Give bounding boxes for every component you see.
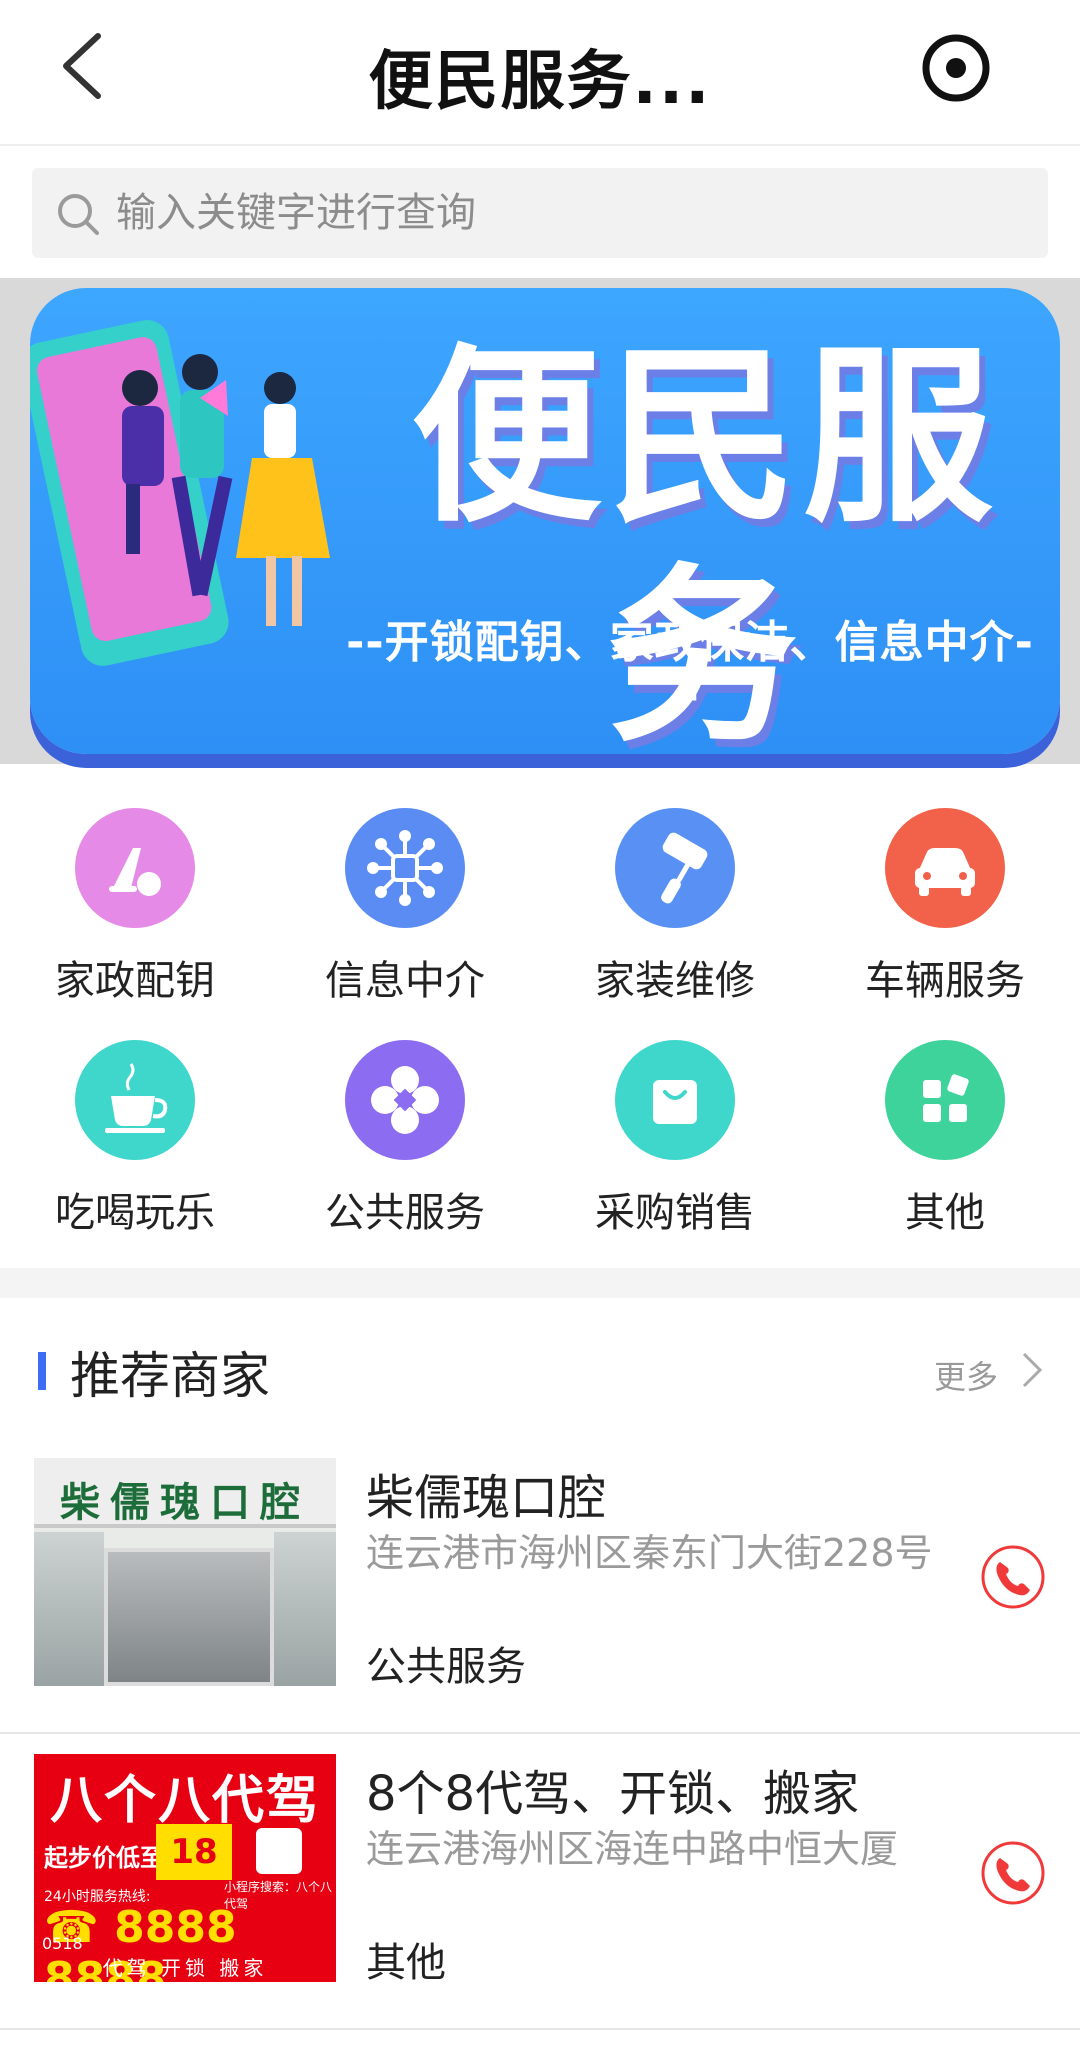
section-accent-bar [38,1352,46,1390]
category-label: 公共服务 [325,1190,485,1236]
category-label: 家政配钥 [55,958,215,1004]
merchant-item[interactable]: 八个八代驾 起步价低至 18元 24小时服务热线: 小程序搜索：八个八代驾 ☎ … [0,1734,1080,2030]
chevron-right-icon[interactable] [1016,1348,1046,1392]
recommended-header: 推荐商家 更多 [0,1330,1080,1420]
category-item-other[interactable]: 其他 [810,1032,1080,1242]
ad-price: 18元 [156,1824,232,1928]
ad-area-code: 0518 [42,1934,83,1953]
category-item-housekeeping[interactable]: 家政配钥 [0,800,270,1010]
merchant-name: 柴儒瑰口腔 [366,1470,607,1526]
phone-icon[interactable] [980,1544,1046,1610]
merchant-address: 连云港市海州区秦东门大街228号 [366,1531,933,1575]
merchant-address: 连云港海州区海连中路中恒大厦 [366,1827,899,1871]
clover-icon [345,1040,465,1160]
storefront-door [104,1548,274,1686]
qr-code-icon [256,1828,302,1874]
vacuum-icon [75,808,195,928]
phone-icon[interactable] [980,1840,1046,1906]
category-item-food-fun[interactable]: 吃喝玩乐 [0,1032,270,1242]
storefront-sign-text: 柴儒瑰口腔 [60,1480,310,1526]
shopping-bag-icon [615,1040,735,1160]
section-title: 推荐商家 [70,1347,270,1405]
category-label: 吃喝玩乐 [55,1190,215,1236]
section-divider [0,1268,1080,1298]
category-label: 信息中介 [325,958,485,1004]
target-icon[interactable] [918,30,994,106]
category-label: 采购销售 [595,1190,755,1236]
merchant-category: 公共服务 [366,1644,526,1690]
category-item-procurement[interactable]: 采购销售 [540,1032,810,1242]
people-phone-illustration [30,320,330,666]
ad-price-prefix: 起步价低至 [44,1844,164,1872]
banner-subtitle: --开锁配钥、家政保洁、信息中介-- [346,617,1034,721]
coffee-cup-icon [75,1040,195,1160]
storefront-wall [274,1532,336,1686]
banner[interactable]: 便民服务 --开锁配钥、家政保洁、信息中介-- [30,288,1060,754]
category-label: 其他 [905,1190,985,1236]
merchant-thumbnail: 八个八代驾 起步价低至 18元 24小时服务热线: 小程序搜索：八个八代驾 ☎ … [34,1754,336,1982]
search-icon [58,194,99,235]
search-bar[interactable] [32,168,1048,258]
grid-tiles-icon [885,1040,1005,1160]
search-input[interactable] [116,168,1016,258]
storefront-wall [34,1532,104,1686]
ad-title: 八个八代驾 [49,1771,320,1831]
merchant-item[interactable]: 柴儒瑰口腔 柴儒瑰口腔 连云港市海州区秦东门大街228号 公共服务 [0,1438,1080,1734]
category-label: 车辆服务 [865,958,1025,1004]
category-item-renovation[interactable]: 家装维修 [540,800,810,1010]
car-icon [885,808,1005,928]
merchant-name: 8个8代驾、开锁、搬家 [366,1766,860,1822]
top-bar: 便民服务... [0,0,1080,146]
paint-roller-icon [615,808,735,928]
ad-footer: 代驾 开锁 搬家 [102,1956,268,1980]
category-item-info-agency[interactable]: 信息中介 [270,800,540,1010]
merchant-thumbnail: 柴儒瑰口腔 [34,1458,336,1686]
more-link[interactable]: 更多 [934,1352,998,1398]
category-item-vehicle[interactable]: 车辆服务 [810,800,1080,1010]
merchant-category: 其他 [366,1940,446,1986]
category-label: 家装维修 [595,958,755,1004]
banner-area: 便民服务 --开锁配钥、家政保洁、信息中介-- [0,278,1080,764]
network-hub-icon [345,808,465,928]
category-item-public-service[interactable]: 公共服务 [270,1032,540,1242]
storefront-sign: 柴儒瑰口腔 [34,1458,336,1528]
